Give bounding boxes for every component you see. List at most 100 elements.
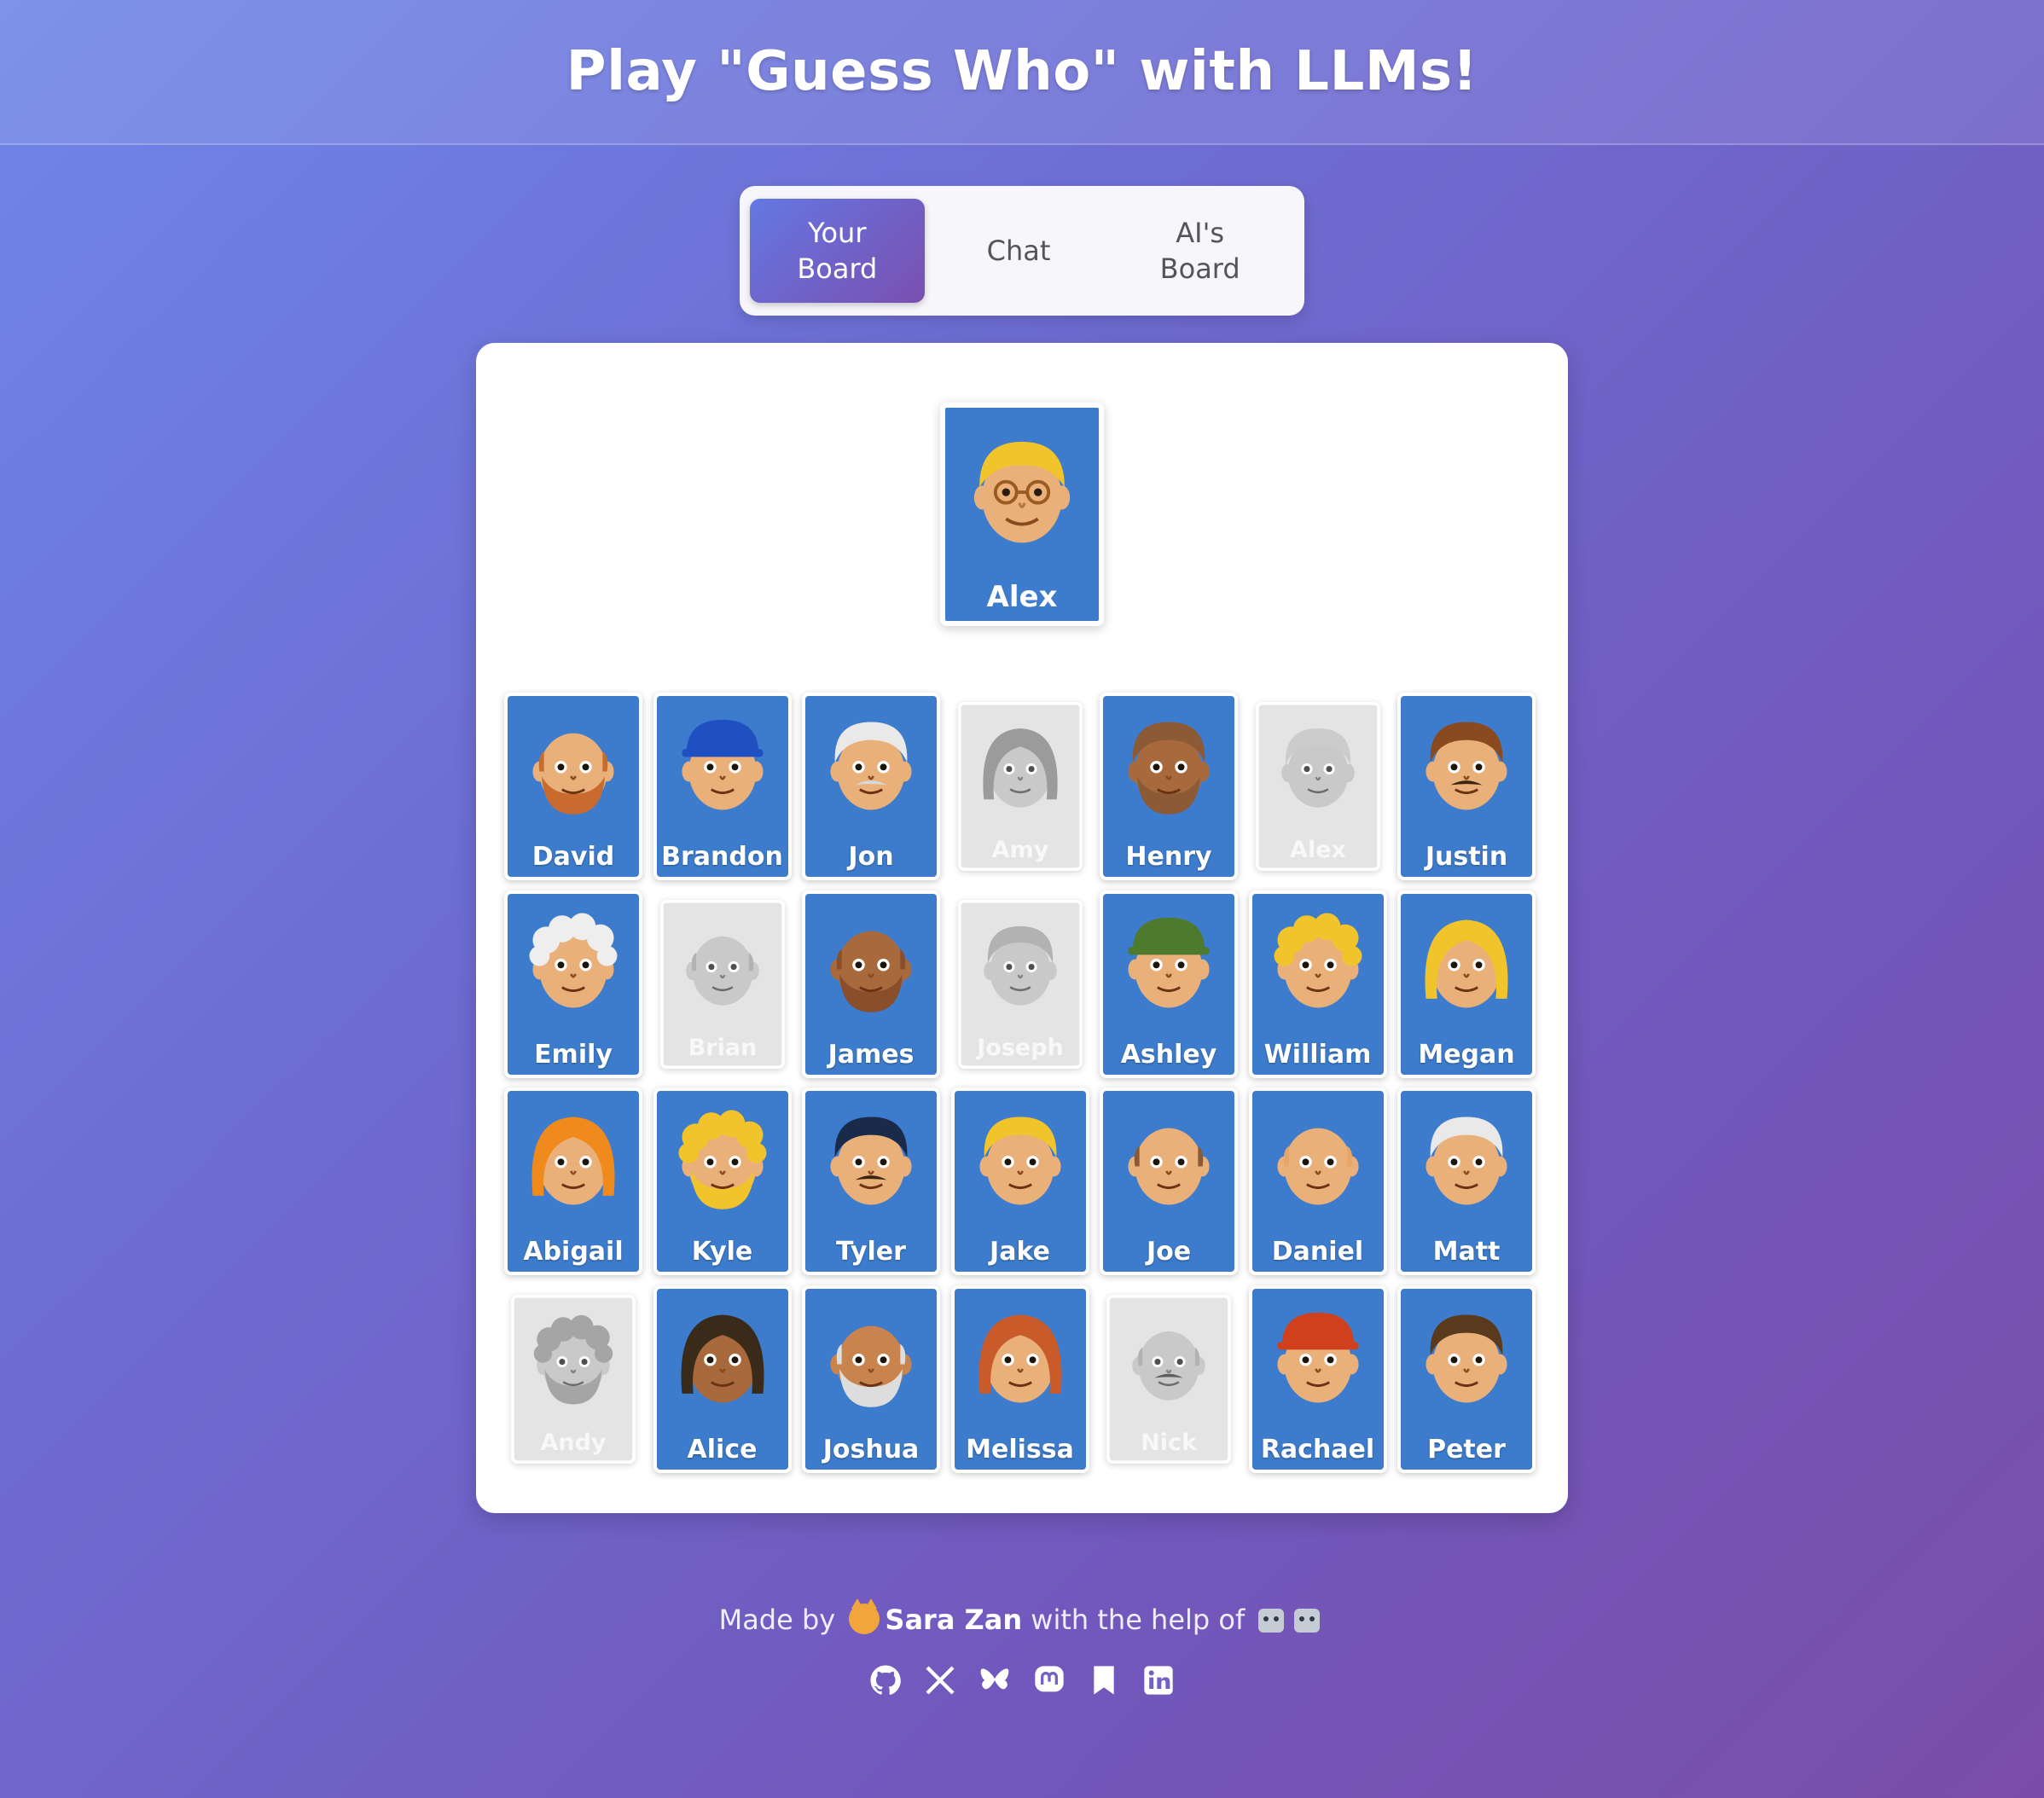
character-face (1128, 722, 1210, 815)
character-name: Jake (990, 1237, 1050, 1267)
character-name: David (531, 842, 615, 872)
character-face (532, 733, 614, 815)
character-name: Joe (1146, 1237, 1192, 1267)
character-card-abigail[interactable]: Abigail (504, 1088, 642, 1275)
character-card-rachael[interactable]: Rachael (1248, 1285, 1387, 1473)
author-link[interactable]: Sara Zan (885, 1604, 1022, 1636)
character-face (1426, 1116, 1507, 1205)
character-card-alice[interactable]: Alice (653, 1285, 792, 1473)
tab-bar: Your Board Chat AI's Board (740, 186, 1304, 316)
character-card-amy[interactable]: Amy (957, 702, 1083, 871)
character-card-megan[interactable]: Megan (1397, 890, 1536, 1078)
character-face (1426, 1314, 1507, 1402)
cat-icon (849, 1598, 880, 1634)
character-name: Justin (1425, 842, 1508, 872)
character-card-nick[interactable]: Nick (1106, 1294, 1231, 1464)
character-card-ashley[interactable]: Ashley (1100, 890, 1238, 1078)
character-card-alex[interactable]: Alex (1255, 702, 1380, 871)
character-name: Alice (687, 1434, 758, 1464)
character-card-james[interactable]: James (802, 890, 940, 1078)
character-card-joseph[interactable]: Joseph (957, 899, 1083, 1069)
character-name: Matt (1432, 1237, 1501, 1267)
character-face (1276, 1312, 1359, 1402)
character-face (978, 1116, 1061, 1205)
character-name: Amy (991, 836, 1048, 864)
character-face (830, 722, 912, 810)
character-face (1274, 913, 1362, 1007)
character-card-justin[interactable]: Justin (1397, 693, 1536, 880)
character-card-peter[interactable]: Peter (1397, 1285, 1536, 1473)
character-card-melissa[interactable]: Melissa (950, 1285, 1089, 1473)
character-name: Abigail (523, 1237, 624, 1267)
character-name: Rachael (1260, 1434, 1375, 1464)
character-name: James (827, 1039, 915, 1070)
bluesky-icon[interactable] (978, 1663, 1012, 1697)
character-card-brian[interactable]: Brian (659, 899, 785, 1069)
character-name: Kyle (691, 1237, 753, 1267)
secret-character-face (973, 441, 1071, 543)
tab-ai-board[interactable]: AI's Board (1112, 199, 1287, 303)
character-card-jon[interactable]: Jon (802, 693, 940, 880)
character-face (978, 1314, 1062, 1402)
character-card-emily[interactable]: Emily (504, 890, 642, 1078)
tab-chat[interactable]: Chat (932, 199, 1106, 303)
character-card-brandon[interactable]: Brandon (653, 693, 792, 880)
character-card-joe[interactable]: Joe (1100, 1088, 1238, 1275)
character-name: Alex (1289, 836, 1346, 864)
footer: Made by Sara Zan with the help of (0, 1598, 2044, 1697)
character-card-matt[interactable]: Matt (1397, 1088, 1536, 1275)
character-card-joshua[interactable]: Joshua (802, 1285, 940, 1473)
character-name: Brandon (661, 842, 783, 872)
character-card-kyle[interactable]: Kyle (653, 1088, 792, 1275)
x-icon[interactable] (923, 1663, 957, 1697)
character-face (1276, 1128, 1359, 1205)
character-face (1280, 728, 1355, 808)
character-face (830, 931, 912, 1012)
character-face (680, 1314, 764, 1402)
character-name: Melissa (966, 1434, 1074, 1464)
character-face (1426, 722, 1507, 810)
character-card-tyler[interactable]: Tyler (802, 1088, 940, 1275)
character-name: Tyler (836, 1237, 906, 1267)
character-face (830, 1325, 912, 1407)
character-face (1132, 1331, 1205, 1401)
character-name: Henry (1125, 842, 1212, 872)
robot-icon (1258, 1609, 1285, 1633)
character-card-henry[interactable]: Henry (1100, 693, 1238, 880)
linkedin-icon[interactable] (1141, 1663, 1176, 1697)
character-name: Joseph (976, 1034, 1064, 1061)
character-face (830, 1116, 912, 1205)
page-title: Play "Guess Who" with LLMs! (566, 40, 1478, 103)
tab-your-board[interactable]: Your Board (750, 199, 925, 303)
character-card-daniel[interactable]: Daniel (1248, 1088, 1387, 1275)
help-label: with the help of (1031, 1604, 1246, 1636)
character-name: Daniel (1271, 1237, 1364, 1267)
character-face (1128, 917, 1210, 1007)
github-icon[interactable] (868, 1663, 903, 1697)
character-name: Emily (534, 1039, 613, 1070)
character-name: Peter (1427, 1434, 1506, 1464)
secret-character-card: Alex (940, 403, 1104, 626)
social-links (0, 1663, 2044, 1697)
character-face (531, 1116, 615, 1205)
character-name: Megan (1418, 1039, 1515, 1070)
character-name: Nick (1141, 1429, 1197, 1456)
character-face (983, 925, 1057, 1006)
character-face (982, 728, 1058, 808)
character-name: Joshua (822, 1434, 920, 1464)
character-card-william[interactable]: William (1248, 890, 1387, 1078)
app-header: Play "Guess Who" with LLMs! (0, 0, 2044, 145)
character-face (681, 719, 764, 810)
character-face (529, 913, 618, 1007)
character-name: Andy (540, 1429, 607, 1456)
made-by-label: Made by (718, 1604, 836, 1636)
character-face (1128, 1128, 1210, 1205)
character-card-andy[interactable]: Andy (511, 1294, 636, 1464)
character-card-david[interactable]: David (504, 693, 642, 880)
character-card-jake[interactable]: Jake (950, 1088, 1089, 1275)
character-face (685, 936, 759, 1006)
mastodon-icon[interactable] (1032, 1663, 1066, 1697)
bookmark-icon[interactable] (1087, 1663, 1121, 1697)
character-name: Jon (848, 842, 894, 872)
secret-character-name: Alex (986, 580, 1058, 614)
